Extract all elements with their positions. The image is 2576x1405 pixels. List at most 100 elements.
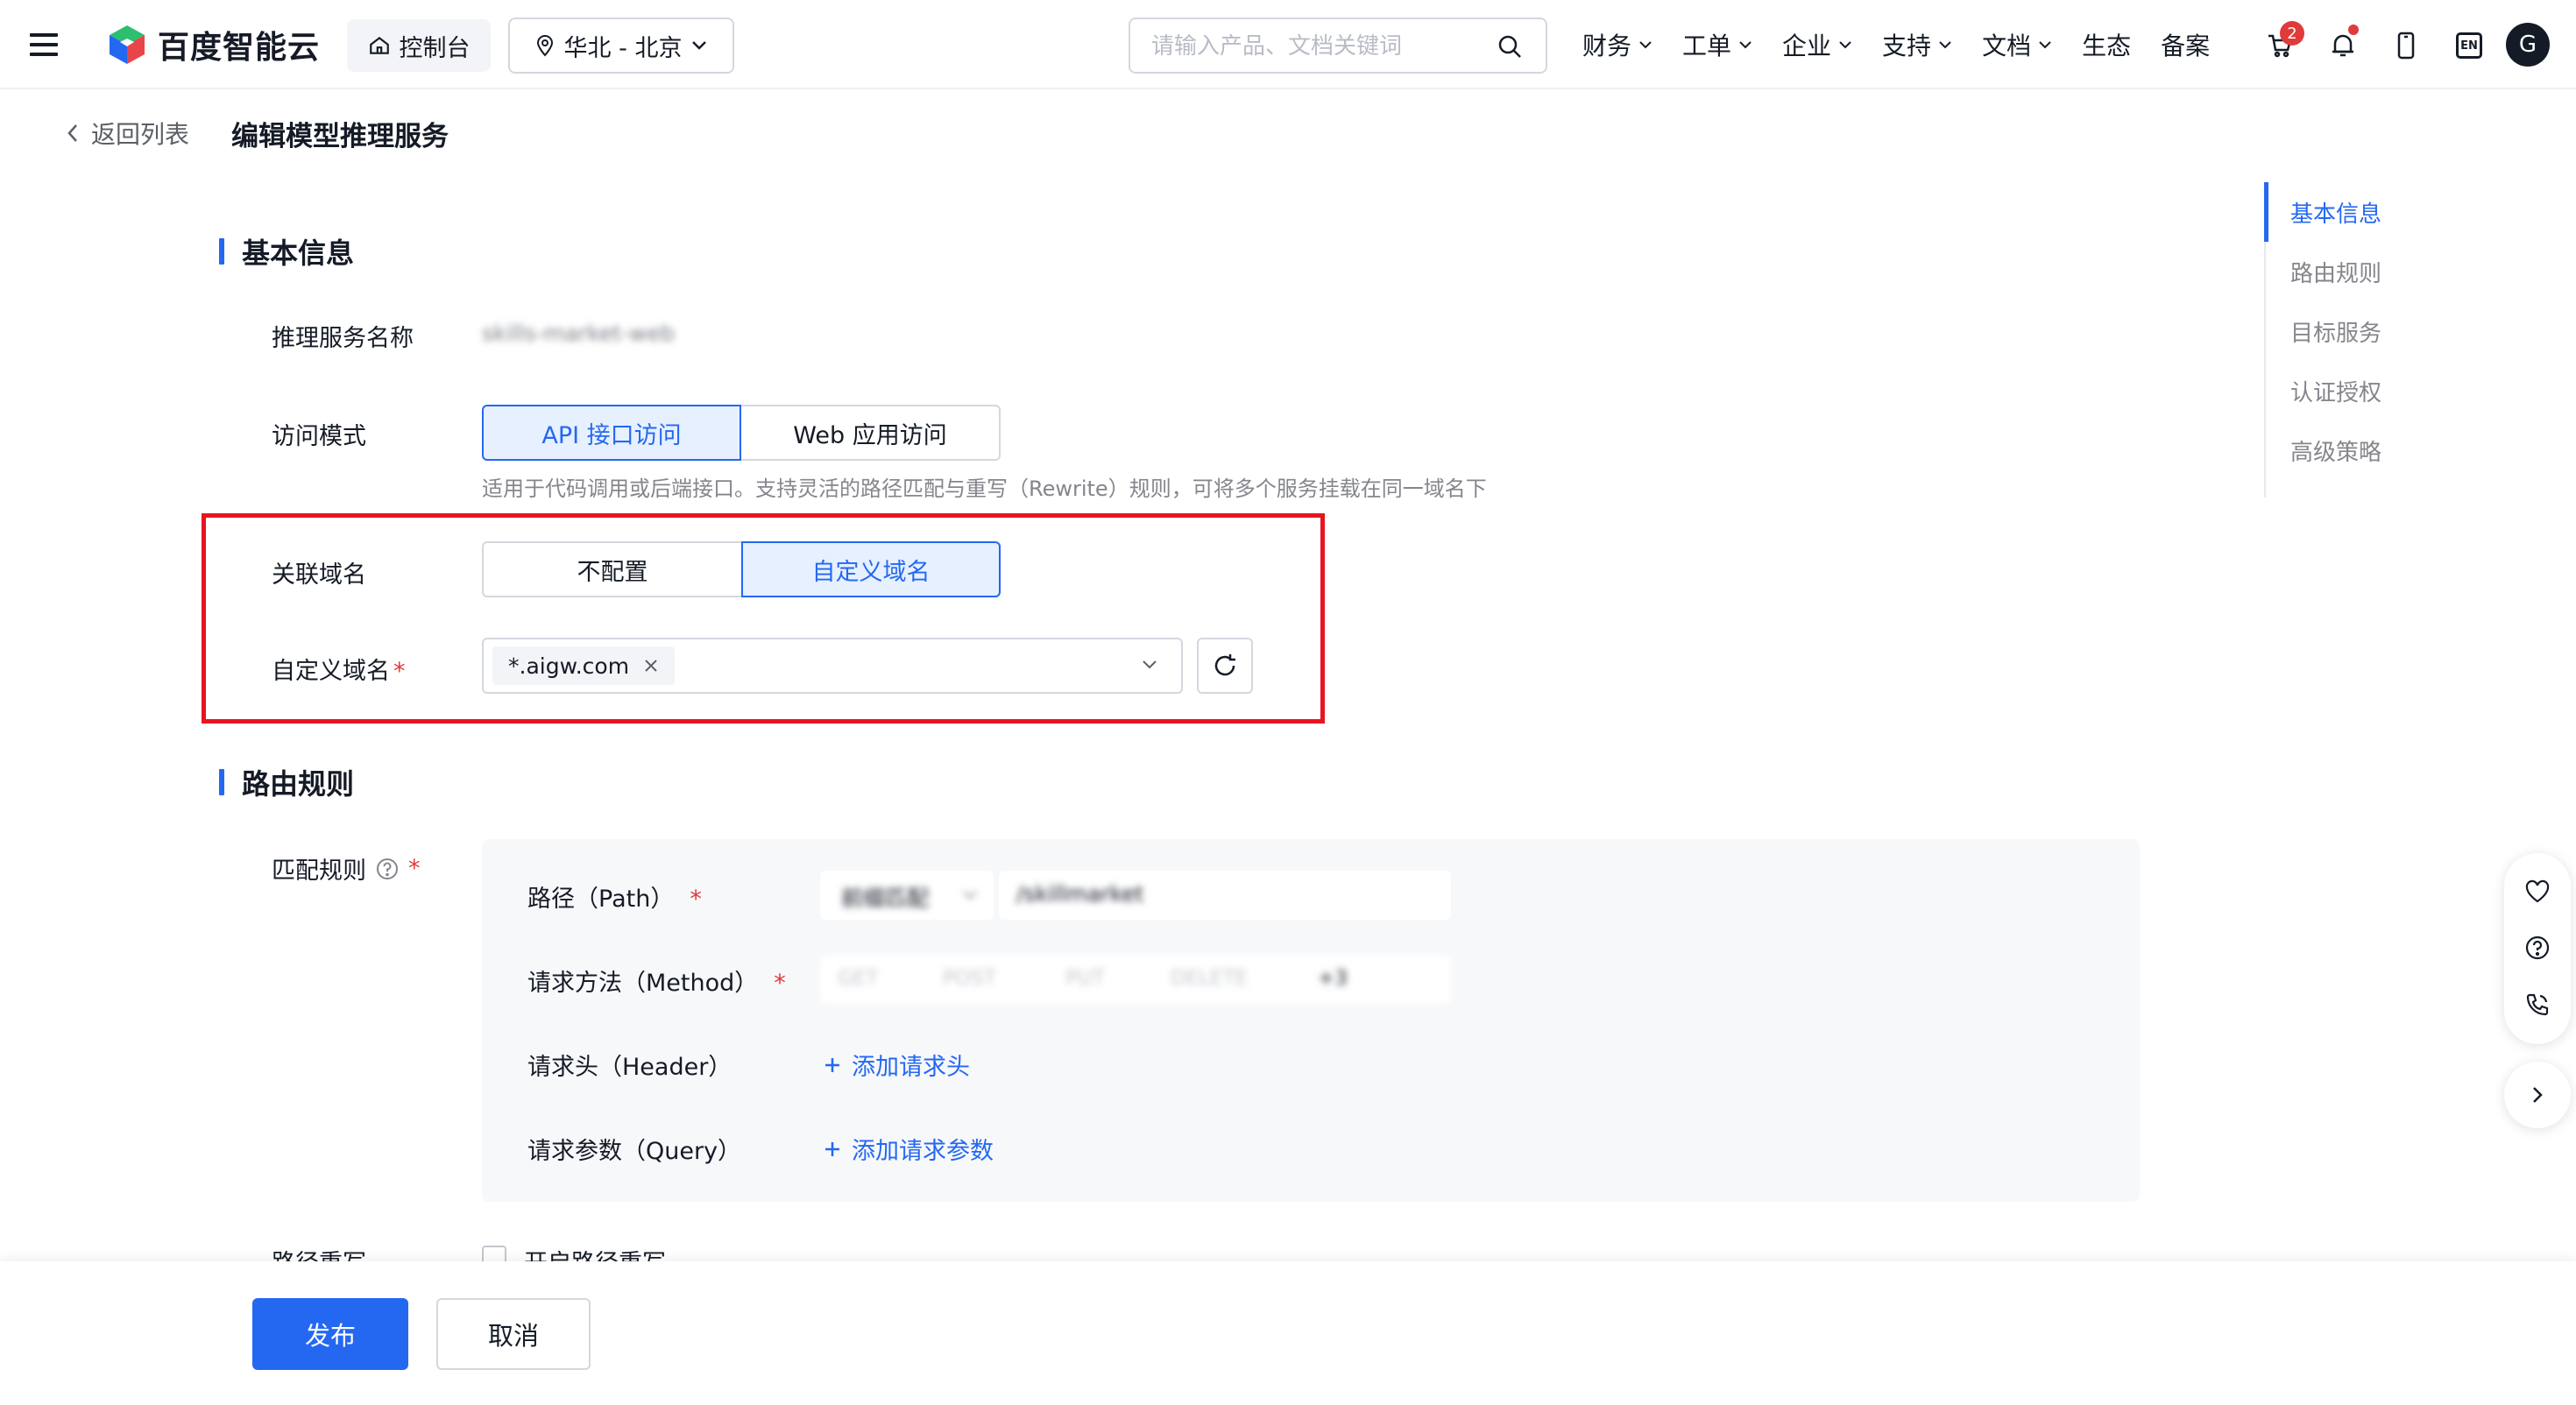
domain-tag: *.aigw.com	[492, 646, 676, 685]
notification-button[interactable]	[2311, 19, 2374, 72]
domain-label: 关联域名	[272, 561, 366, 589]
back-label: 返回列表	[91, 120, 190, 149]
nav-item-label: 企业	[1782, 32, 1832, 60]
refresh-domains-button[interactable]	[1197, 638, 1253, 694]
brand-cube-icon	[110, 25, 145, 64]
method-label-text: 请求方法（Method）	[527, 970, 759, 997]
method-tag: POST	[943, 967, 996, 990]
nav-item-support[interactable]: 支持	[1882, 27, 1952, 62]
anchor-advanced-policy[interactable]: 高级策略	[2264, 420, 2439, 480]
nav-item-label: 备案	[2161, 32, 2211, 60]
bottom-action-bar: 发布 取消	[0, 1261, 2576, 1405]
top-navigation: 百度智能云 控制台 华北 - 北京 财务	[0, 0, 2576, 89]
global-search	[1129, 18, 1547, 74]
chevron-down-icon	[1839, 41, 1851, 49]
anchor-basic-info[interactable]: 基本信息	[2264, 182, 2439, 242]
back-to-list-link[interactable]: 返回列表	[67, 116, 189, 151]
section-title-basic: 基本信息	[219, 231, 354, 272]
path-input[interactable]: /skillmarket	[999, 871, 1451, 920]
brand-name: 百度智能云	[158, 30, 321, 66]
path-value: /skillmarket	[1016, 881, 1144, 907]
path-label-text: 路径（Path）	[527, 886, 675, 913]
close-icon[interactable]	[643, 658, 659, 674]
access-mode-api-option[interactable]: API 接口访问	[482, 405, 741, 461]
service-name-label: 推理服务名称	[272, 325, 414, 352]
method-multi-select[interactable]: GET POST PUT DELETE +3	[820, 955, 1451, 1004]
required-asterisk: *	[774, 970, 786, 997]
access-mode-selector: API 接口访问 Web 应用访问	[482, 405, 1001, 461]
header-label: 请求头（Header）	[527, 1054, 732, 1081]
anchor-navigation: 基本信息 路由规则 目标服务 认证授权 高级策略	[2264, 182, 2439, 498]
chevron-left-icon	[67, 124, 77, 142]
cart-button[interactable]: 2	[2248, 19, 2311, 72]
nav-item-ecosystem[interactable]: 生态	[2082, 27, 2131, 62]
help-circle-icon[interactable]	[375, 857, 400, 881]
path-match-type-value: 前缀匹配	[841, 886, 930, 911]
console-button[interactable]: 控制台	[347, 19, 491, 72]
nav-icons: 2 EN	[2248, 19, 2501, 72]
domain-custom-option[interactable]: 自定义域名	[741, 541, 1001, 597]
region-label: 华北 - 北京	[563, 34, 683, 62]
required-asterisk: *	[393, 658, 406, 685]
nav-item-finance[interactable]: 财务	[1582, 27, 1652, 62]
language-button[interactable]: EN	[2438, 19, 2501, 72]
nav-item-enterprise[interactable]: 企业	[1782, 27, 1852, 62]
nav-item-label: 文档	[1982, 32, 2032, 60]
chevron-down-icon	[1739, 41, 1752, 49]
nav-item-label: 财务	[1582, 32, 1632, 60]
nav-item-label: 生态	[2082, 32, 2132, 60]
match-rule-label: 匹配规则 *	[272, 851, 421, 886]
nav-menu: 财务 工单 企业 支持 文档 生态 备案	[1582, 23, 2240, 67]
plus-icon	[825, 1057, 839, 1072]
add-header-link[interactable]: 添加请求头	[824, 1048, 970, 1082]
heart-icon[interactable]	[2524, 879, 2551, 904]
region-selector[interactable]: 华北 - 北京	[508, 18, 734, 74]
add-header-label: 添加请求头	[852, 1054, 970, 1081]
language-icon: EN	[2456, 32, 2482, 59]
chevron-right-icon	[2533, 1087, 2543, 1103]
avatar[interactable]: G	[2506, 23, 2550, 67]
mobile-icon	[2397, 32, 2415, 60]
nav-item-ticket[interactable]: 工单	[1682, 27, 1752, 62]
help-icon[interactable]	[2524, 935, 2551, 961]
domain-none-option[interactable]: 不配置	[482, 541, 741, 597]
home-icon	[369, 36, 389, 54]
method-tag: PUT	[1065, 967, 1105, 990]
chevron-down-icon	[2039, 41, 2051, 49]
match-rule-panel: 路径（Path） * 前缀匹配 /skillmarket 请求方法（Method）…	[482, 839, 2140, 1202]
collapse-sidebar-button[interactable]	[2504, 1062, 2571, 1128]
chevron-down-icon	[1939, 41, 1951, 49]
nav-item-filing[interactable]: 备案	[2161, 27, 2210, 62]
access-mode-web-option[interactable]: Web 应用访问	[741, 405, 1001, 461]
required-asterisk: *	[408, 855, 421, 882]
access-mode-label: 访问模式	[272, 423, 366, 450]
search-input[interactable]	[1151, 30, 1484, 63]
path-label: 路径（Path） *	[527, 879, 702, 914]
mobile-button[interactable]	[2374, 19, 2438, 72]
plus-icon	[825, 1141, 839, 1156]
floating-toolbar	[2504, 853, 2571, 1044]
domain-tag-label: *.aigw.com	[508, 653, 630, 679]
cancel-button[interactable]: 取消	[436, 1298, 591, 1370]
page: 百度智能云 控制台 华北 - 北京 财务	[0, 0, 2576, 1405]
anchor-auth[interactable]: 认证授权	[2264, 361, 2439, 420]
method-label: 请求方法（Method） *	[527, 964, 786, 998]
menu-icon[interactable]	[30, 33, 58, 56]
publish-button[interactable]: 发布	[252, 1298, 408, 1370]
chevron-down-icon	[963, 891, 977, 900]
domain-selector: 不配置 自定义域名	[482, 541, 1001, 597]
search-icon[interactable]	[1497, 33, 1523, 60]
brand-logo[interactable]: 百度智能云	[105, 23, 320, 67]
phone-icon[interactable]	[2524, 992, 2551, 1018]
anchor-routing-rules[interactable]: 路由规则	[2264, 242, 2439, 301]
nav-item-label: 工单	[1682, 32, 1732, 60]
add-query-label: 添加请求参数	[852, 1138, 994, 1165]
custom-domain-select[interactable]: *.aigw.com	[482, 638, 1183, 694]
location-icon	[536, 35, 553, 57]
chevron-down-icon	[692, 41, 707, 50]
nav-item-docs[interactable]: 文档	[1982, 27, 2052, 62]
add-query-link[interactable]: 添加请求参数	[824, 1132, 994, 1166]
method-more-tag: +3	[1318, 967, 1348, 990]
path-match-type-select[interactable]: 前缀匹配	[820, 871, 994, 920]
anchor-target-service[interactable]: 目标服务	[2264, 301, 2439, 361]
